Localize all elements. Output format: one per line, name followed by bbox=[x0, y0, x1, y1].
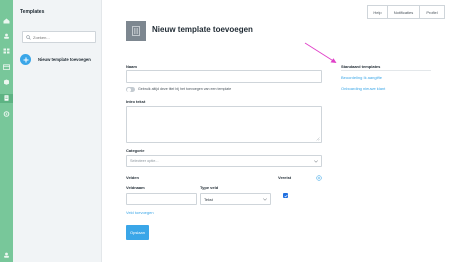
search-box[interactable] bbox=[22, 31, 96, 43]
toggle-knob bbox=[126, 87, 131, 92]
save-button[interactable]: Opslaan bbox=[126, 225, 149, 240]
user-icon[interactable] bbox=[3, 252, 10, 258]
required-label: Vereist bbox=[278, 175, 292, 180]
category-select[interactable]: Selecteer optie... bbox=[126, 155, 322, 167]
name-label: Naam bbox=[126, 64, 137, 69]
page-title: Nieuw template toevoegen bbox=[152, 25, 253, 34]
document-icon[interactable] bbox=[0, 94, 13, 103]
field-name-label: Veldnaam bbox=[126, 185, 145, 190]
help-button[interactable]: Help bbox=[367, 5, 388, 19]
search-icon bbox=[26, 35, 31, 40]
chevron-down-icon bbox=[314, 160, 318, 163]
grid-icon[interactable] bbox=[3, 48, 10, 54]
category-placeholder: Selecteer optie... bbox=[130, 159, 159, 163]
intro-label: Intro tekst bbox=[126, 99, 146, 104]
settings-icon[interactable] bbox=[3, 111, 10, 117]
icon-rail bbox=[0, 0, 13, 262]
fields-label: Velden bbox=[126, 175, 139, 180]
sidebar-title: Templates bbox=[20, 9, 45, 15]
profile-button[interactable]: Profiel bbox=[420, 5, 445, 19]
add-field-link[interactable]: Veld toevoegen bbox=[126, 210, 154, 215]
category-label: Categorie bbox=[126, 148, 145, 153]
always-title-toggle[interactable] bbox=[126, 87, 135, 92]
check-icon bbox=[283, 194, 288, 197]
calendar-icon[interactable] bbox=[3, 64, 10, 70]
add-template-label[interactable]: Nieuw template toevoegen bbox=[38, 57, 91, 62]
resize-handle-icon[interactable] bbox=[316, 137, 320, 141]
add-template-button[interactable] bbox=[20, 54, 31, 65]
standard-template-item[interactable]: Onboarding nieuwe klant bbox=[341, 86, 385, 91]
search-input[interactable] bbox=[33, 33, 93, 42]
field-type-label: Type veld bbox=[200, 185, 219, 190]
plus-icon bbox=[23, 57, 28, 62]
divider bbox=[341, 70, 431, 71]
field-type-select[interactable]: Tekst bbox=[200, 193, 271, 205]
notifications-button[interactable]: Notificaties bbox=[388, 5, 420, 19]
intro-textarea[interactable] bbox=[126, 106, 322, 143]
standard-template-item[interactable]: Beoordeling Ik aangifte bbox=[341, 75, 382, 80]
chevron-down-icon bbox=[263, 198, 267, 201]
home-icon[interactable] bbox=[3, 18, 10, 24]
required-checkbox[interactable] bbox=[283, 193, 288, 198]
template-icon bbox=[126, 21, 146, 41]
standard-templates-title: Standaard templates bbox=[341, 64, 381, 69]
toggle-label: Gebruik altijd deze titel bij het toevoe… bbox=[138, 87, 232, 91]
annotation-arrow-icon bbox=[304, 42, 337, 63]
box-icon[interactable] bbox=[3, 79, 10, 85]
users-icon[interactable] bbox=[3, 33, 10, 39]
field-type-value: Tekst bbox=[204, 198, 213, 202]
name-input[interactable] bbox=[126, 70, 322, 83]
plus-outline-icon[interactable] bbox=[316, 175, 322, 181]
field-name-input[interactable] bbox=[126, 193, 197, 205]
